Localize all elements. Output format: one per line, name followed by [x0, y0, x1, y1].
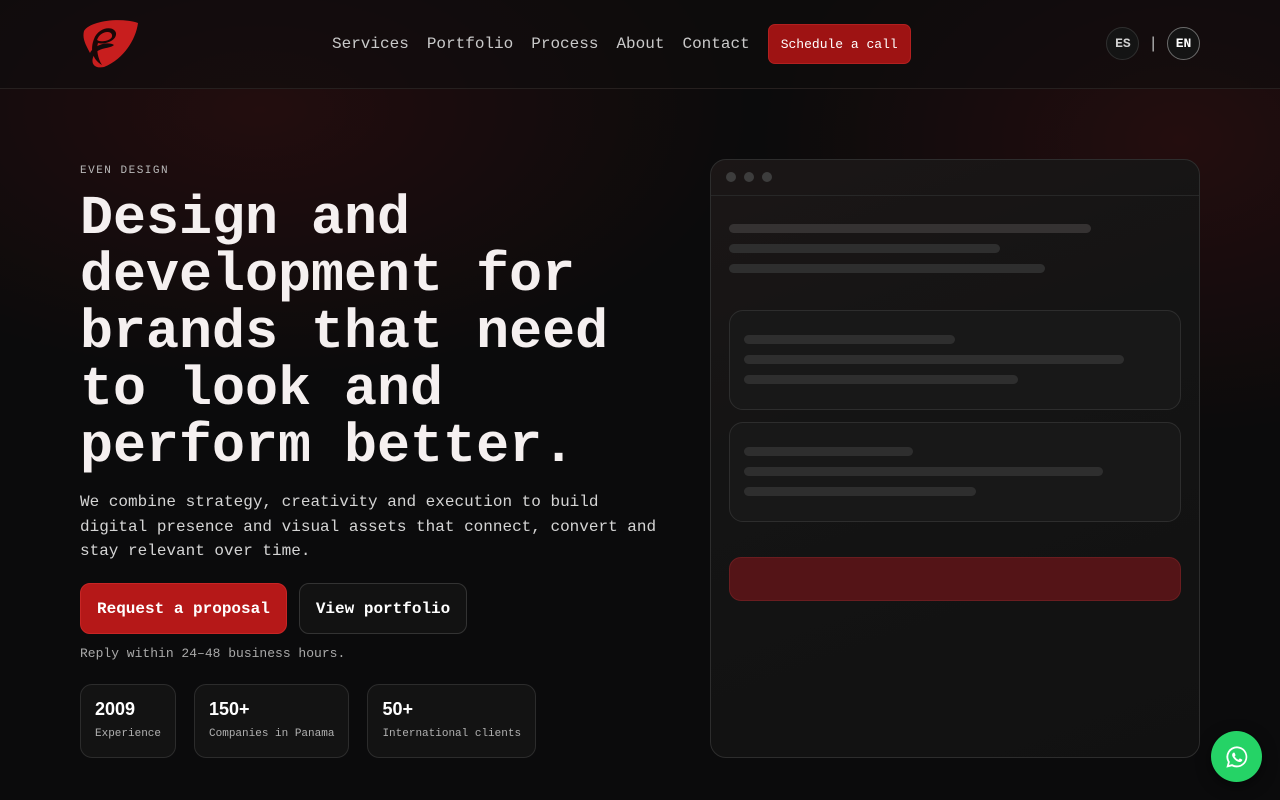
lang-en-button[interactable]: EN: [1167, 27, 1200, 60]
placeholder-line: [729, 264, 1045, 273]
placeholder-line: [729, 244, 1000, 253]
lang-separator: |: [1148, 34, 1158, 53]
whatsapp-icon[interactable]: [1211, 731, 1262, 782]
hero-eyebrow: EVEN DESIGN: [80, 165, 170, 177]
nav-portfolio[interactable]: Portfolio: [427, 35, 513, 53]
stat-value: 150+: [209, 699, 250, 719]
nav-about[interactable]: About: [616, 35, 664, 53]
mockup-titlebar: [711, 160, 1199, 196]
stat-value: 2009: [95, 699, 136, 719]
request-proposal-button[interactable]: Request a proposal: [80, 583, 287, 634]
placeholder-line: [744, 335, 955, 344]
placeholder-line: [729, 224, 1091, 233]
hero-actions: Request a proposal View portfolio: [80, 583, 468, 634]
window-dot-icon: [762, 172, 772, 182]
stat-value: 50+: [382, 699, 413, 719]
placeholder-button: [729, 557, 1181, 601]
window-dot-icon: [726, 172, 736, 182]
placeholder-card: [729, 422, 1181, 522]
brand-logo-icon[interactable]: [80, 19, 140, 69]
reply-note: Reply within 24–48 business hours.: [80, 646, 346, 661]
nav-process[interactable]: Process: [531, 35, 598, 53]
nav-services[interactable]: Services: [332, 35, 409, 53]
hero-headline: Design and development for brands that n…: [80, 187, 609, 478]
mockup-window: [710, 159, 1200, 758]
view-portfolio-button[interactable]: View portfolio: [298, 583, 468, 634]
stat-card: 50+ International clients: [367, 684, 537, 758]
placeholder-line: [744, 447, 913, 456]
window-dot-icon: [744, 172, 754, 182]
placeholder-line: [744, 375, 1018, 384]
language-switcher: ES | EN: [1106, 27, 1200, 60]
stat-card: 150+ Companies in Panama: [194, 684, 350, 758]
placeholder-line: [744, 355, 1124, 364]
lang-es-button[interactable]: ES: [1106, 27, 1140, 60]
placeholder-line: [744, 487, 976, 496]
schedule-call-button[interactable]: Schedule a call: [767, 24, 911, 64]
stat-label: Experience: [95, 728, 162, 740]
stat-card: 2009 Experience: [80, 684, 177, 758]
main-nav: Services Portfolio Process About Contact…: [332, 24, 929, 64]
nav-contact[interactable]: Contact: [682, 35, 749, 53]
stat-label: Companies in Panama: [209, 728, 335, 740]
placeholder-card: [729, 310, 1181, 410]
placeholder-line: [744, 467, 1103, 476]
stats-row: 2009 Experience 150+ Companies in Panama…: [80, 684, 554, 758]
site-header: Services Portfolio Process About Contact…: [0, 0, 1280, 89]
stat-label: International clients: [382, 728, 522, 740]
hero-subtitle: We combine strategy, creativity and exec…: [80, 493, 657, 560]
